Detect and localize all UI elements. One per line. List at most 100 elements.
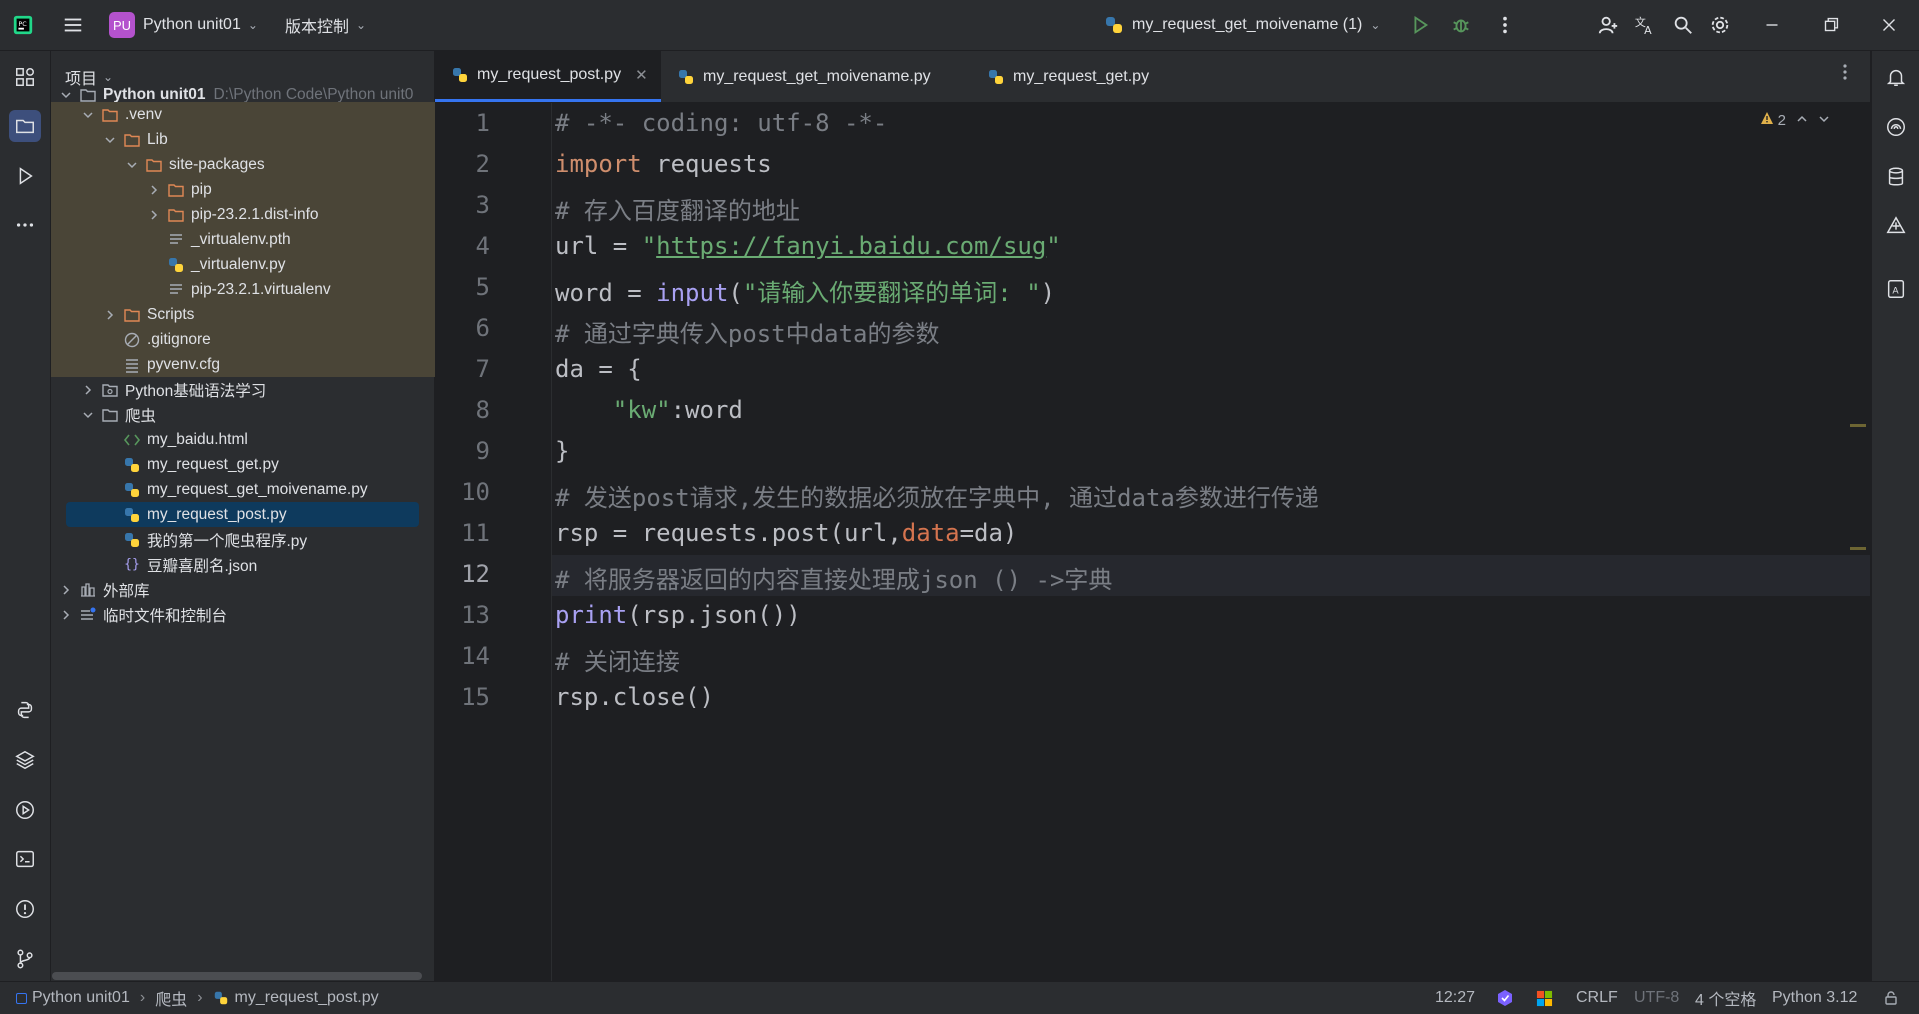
- chevron-right-icon: [147, 183, 161, 197]
- ignore-file-icon: [123, 331, 141, 349]
- breadcrumb-item[interactable]: Python unit01: [32, 989, 130, 1007]
- tree-item-label: 豆瓣喜剧名.json: [147, 557, 258, 575]
- breadcrumb-item[interactable]: 爬虫: [155, 986, 187, 1010]
- tab-my-request-post[interactable]: my_request_post.py ✕: [435, 51, 661, 102]
- code-text: (rsp.json()): [627, 601, 801, 629]
- debug-icon[interactable]: [1448, 12, 1474, 38]
- more-actions-icon[interactable]: [1492, 12, 1518, 38]
- status-bar: Python unit01 › 爬虫 › my_request_post.py …: [0, 981, 1919, 1014]
- url-link[interactable]: https://fanyi.baidu.com/sug: [656, 232, 1046, 260]
- structure-icon[interactable]: [9, 61, 41, 93]
- python-file-icon: [123, 481, 141, 499]
- project-folder-icon[interactable]: [9, 110, 41, 142]
- code-editor[interactable]: 1 2 3 4 5 6 7 8 9 10 11 12 13 14 15 # -*…: [435, 103, 1870, 981]
- lock-icon[interactable]: [1883, 982, 1899, 1014]
- python-file-icon: [987, 68, 1005, 86]
- line-number-gutter[interactable]: 1 2 3 4 5 6 7 8 9 10 11 12 13 14 15: [435, 103, 552, 981]
- folder-excluded-icon: [167, 181, 185, 199]
- svg-text:PC: PC: [18, 20, 27, 28]
- breadcrumb-item[interactable]: my_request_post.py: [235, 989, 379, 1007]
- restore-icon[interactable]: [1818, 12, 1844, 38]
- tab-my-request-get-moivename[interactable]: my_request_get_moivename.py: [677, 51, 931, 102]
- database-icon[interactable]: [1883, 164, 1909, 190]
- line-number: 7: [475, 355, 490, 383]
- sciview-icon[interactable]: [1883, 213, 1909, 239]
- chevron-down-icon: ⌄: [1370, 18, 1381, 32]
- windows-icon[interactable]: [1536, 982, 1553, 1014]
- code-line-3: # 存入百度翻译的地址: [555, 197, 800, 225]
- scratches-icon: [79, 606, 97, 624]
- vcs-label: 版本控制: [285, 19, 350, 36]
- caret-position[interactable]: 12:27: [1435, 982, 1475, 1014]
- python-packages-icon[interactable]: [9, 744, 41, 776]
- notifications-bell-icon[interactable]: [1883, 64, 1909, 90]
- tab-my-request-get[interactable]: my_request_get.py: [987, 51, 1149, 102]
- more-tools-icon[interactable]: [9, 209, 41, 241]
- python-console-icon[interactable]: [9, 694, 41, 726]
- left-tool-strip: [0, 51, 51, 981]
- file-encoding[interactable]: UTF-8: [1634, 982, 1679, 1014]
- warning-marker[interactable]: [1850, 547, 1866, 550]
- line-number: 3: [475, 191, 490, 219]
- tree-item-my-request-post[interactable]: my_request_post.py: [66, 502, 419, 527]
- git-branch-icon[interactable]: [9, 943, 41, 975]
- run-tool-icon[interactable]: [9, 160, 41, 192]
- vcs-menu[interactable]: 版本控制 ⌄: [285, 0, 366, 50]
- tree-item-scratches[interactable]: 临时文件和控制台: [51, 602, 442, 627]
- tree-item-scripts[interactable]: Scripts: [51, 302, 486, 327]
- code-line-7: da = {: [555, 355, 642, 383]
- tree-item-venv[interactable]: .venv: [51, 102, 464, 127]
- services-icon[interactable]: [9, 794, 41, 826]
- ai-assistant-icon[interactable]: [1883, 114, 1909, 140]
- main-menu-icon[interactable]: [60, 12, 86, 38]
- translate-icon[interactable]: 文A: [1632, 12, 1658, 38]
- close-icon[interactable]: [1876, 12, 1902, 38]
- settings-gear-icon[interactable]: [1707, 12, 1733, 38]
- close-tab-icon[interactable]: ✕: [635, 66, 648, 84]
- tree-item-label: pyvenv.cfg: [147, 355, 220, 373]
- tree-item-crawler-folder[interactable]: 爬虫: [51, 402, 464, 427]
- pycharm-logo-icon[interactable]: PC: [10, 12, 36, 38]
- tree-item-lib[interactable]: Lib: [51, 127, 486, 152]
- word-book-icon[interactable]: A: [1883, 276, 1909, 302]
- editor-tab-bar: my_request_post.py ✕ my_request_get_moiv…: [435, 51, 1870, 103]
- tree-item-label: pip: [191, 180, 212, 198]
- search-icon[interactable]: [1670, 12, 1696, 38]
- project-name: Python unit01: [143, 16, 241, 33]
- line-number: 15: [461, 683, 490, 711]
- python-interpreter[interactable]: Python 3.12: [1772, 982, 1857, 1014]
- tree-item-label: _virtualenv.pth: [191, 230, 291, 248]
- minimize-icon[interactable]: [1759, 12, 1785, 38]
- project-panel-scrollbar[interactable]: [52, 972, 422, 980]
- tree-item-python-basics[interactable]: Python基础语法学习: [51, 377, 464, 402]
- text-file-icon: [167, 231, 185, 249]
- code-line-14: # 关闭连接: [555, 648, 680, 676]
- code-text: url =: [555, 232, 642, 260]
- indent-setting[interactable]: 4 个空格: [1695, 982, 1756, 1014]
- run-config-selector[interactable]: my_request_get_moivename (1) ⌄: [1104, 0, 1380, 50]
- warning-marker[interactable]: [1850, 424, 1866, 427]
- problems-icon[interactable]: [9, 893, 41, 925]
- code-text: requests: [641, 150, 772, 178]
- add-user-icon[interactable]: [1595, 12, 1621, 38]
- terminal-icon[interactable]: [9, 843, 41, 875]
- project-switcher[interactable]: PU Python unit01 ⌄: [109, 0, 258, 50]
- chevron-down-icon: ⌄: [247, 18, 258, 32]
- ai-plugin-icon[interactable]: [1496, 982, 1514, 1014]
- line-separator[interactable]: CRLF: [1576, 982, 1618, 1014]
- project-panel: 项目 ⌄ Python unit01 D:\Python Code\Python…: [51, 51, 550, 981]
- tree-item-external-libraries[interactable]: 外部库: [51, 577, 442, 602]
- tab-label: my_request_post.py: [477, 66, 622, 83]
- python-file-icon: [1104, 15, 1124, 35]
- string-quote: ": [1046, 232, 1061, 260]
- next-highlight-icon[interactable]: [1818, 112, 1830, 129]
- line-number: 5: [475, 273, 490, 301]
- run-icon[interactable]: [1407, 12, 1433, 38]
- python-file-icon: [677, 68, 695, 86]
- module-icon: [16, 992, 27, 1004]
- previous-highlight-icon[interactable]: [1796, 112, 1808, 129]
- tab-options-icon[interactable]: [1835, 62, 1855, 86]
- inspection-widget[interactable]: 2: [1760, 111, 1830, 129]
- code-text: :word: [670, 396, 743, 424]
